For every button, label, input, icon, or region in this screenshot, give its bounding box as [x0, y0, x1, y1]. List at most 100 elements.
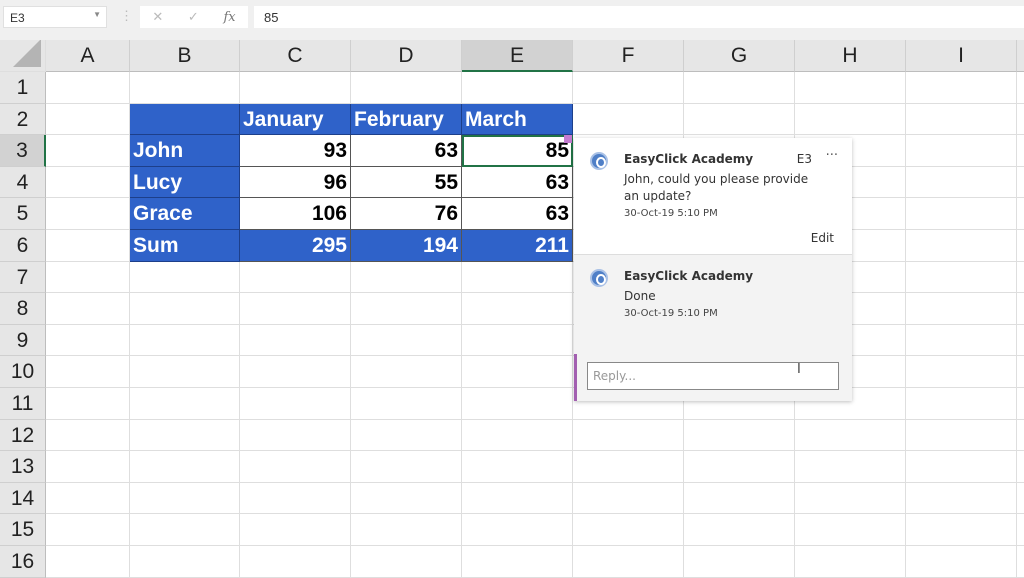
- cell-f16[interactable]: [573, 546, 684, 578]
- value-cell-d5[interactable]: 76: [351, 198, 462, 230]
- cell-e11[interactable]: [462, 388, 573, 420]
- cell-a4[interactable]: [46, 166, 130, 199]
- cell-next6[interactable]: [1017, 230, 1024, 262]
- column-header-a[interactable]: A: [46, 40, 130, 72]
- cell-a8[interactable]: [46, 293, 130, 325]
- cell-i12[interactable]: [906, 419, 1017, 452]
- cell-i2[interactable]: [906, 103, 1017, 136]
- cell-g12[interactable]: [684, 419, 795, 452]
- cell-e10[interactable]: [462, 356, 573, 388]
- column-header-g[interactable]: G: [684, 40, 795, 72]
- cell-b8[interactable]: [130, 293, 240, 325]
- cell-i8[interactable]: [906, 293, 1017, 325]
- cell-next2[interactable]: [1017, 104, 1024, 136]
- cell-d1[interactable]: [351, 72, 462, 104]
- cell-c12[interactable]: [240, 419, 351, 452]
- cell-next13[interactable]: [1017, 451, 1024, 483]
- cell-b7[interactable]: [130, 261, 240, 294]
- cell-a15[interactable]: [46, 514, 130, 546]
- enter-icon[interactable]: ✓: [188, 9, 199, 25]
- cell-f15[interactable]: [573, 514, 684, 546]
- cell-i7[interactable]: [906, 261, 1017, 294]
- cell-c8[interactable]: [240, 293, 351, 325]
- cell-i13[interactable]: [906, 451, 1017, 483]
- value-cell-d3[interactable]: 63: [351, 135, 462, 167]
- cell-c7[interactable]: [240, 261, 351, 294]
- row-header-6[interactable]: 6: [0, 230, 46, 262]
- cell-next10[interactable]: [1017, 356, 1024, 388]
- cell-c14[interactable]: [240, 482, 351, 515]
- row-label-b3[interactable]: John: [130, 135, 240, 167]
- cell-e13[interactable]: [462, 451, 573, 483]
- cell-next5[interactable]: [1017, 198, 1024, 230]
- edit-button[interactable]: Edit: [811, 231, 834, 245]
- cell-h14[interactable]: [795, 482, 906, 515]
- row-header-9[interactable]: 9: [0, 324, 46, 357]
- value-cell-e3[interactable]: 85: [462, 135, 573, 167]
- cell-b10[interactable]: [130, 356, 240, 388]
- sum-cell-e6[interactable]: 211: [462, 230, 573, 262]
- column-header-i[interactable]: I: [906, 40, 1017, 72]
- row-header-5[interactable]: 5: [0, 198, 46, 230]
- cell-g14[interactable]: [684, 482, 795, 515]
- cell-a6[interactable]: [46, 230, 130, 262]
- cell-a13[interactable]: [46, 451, 130, 483]
- row-header-13[interactable]: 13: [0, 451, 46, 483]
- sum-cell-c6[interactable]: 295: [240, 230, 351, 262]
- cell-next14[interactable]: [1017, 483, 1024, 515]
- cell-c11[interactable]: [240, 388, 351, 420]
- select-all-button[interactable]: [0, 40, 46, 72]
- cell-next7[interactable]: [1017, 262, 1024, 294]
- cell-i14[interactable]: [906, 482, 1017, 515]
- cell-next3[interactable]: [1017, 135, 1024, 167]
- cell-next8[interactable]: [1017, 293, 1024, 325]
- name-box[interactable]: E3 ▼: [3, 6, 107, 28]
- row-label-b4[interactable]: Lucy: [130, 166, 240, 199]
- cell-a12[interactable]: [46, 419, 130, 452]
- cell-i9[interactable]: [906, 324, 1017, 357]
- value-cell-c5[interactable]: 106: [240, 198, 351, 230]
- row-header-2[interactable]: 2: [0, 103, 46, 136]
- cell-i16[interactable]: [906, 546, 1017, 578]
- cell-h13[interactable]: [795, 451, 906, 483]
- cell-a16[interactable]: [46, 546, 130, 578]
- cell-g16[interactable]: [684, 546, 795, 578]
- cell-g2[interactable]: [684, 103, 795, 136]
- value-cell-c3[interactable]: 93: [240, 135, 351, 167]
- cell-next16[interactable]: [1017, 546, 1024, 578]
- row-header-11[interactable]: 11: [0, 388, 46, 420]
- cell-next9[interactable]: [1017, 325, 1024, 357]
- cell-i3[interactable]: [906, 135, 1017, 167]
- cell-c13[interactable]: [240, 451, 351, 483]
- cell-i4[interactable]: [906, 166, 1017, 199]
- cell-d14[interactable]: [351, 482, 462, 515]
- cell-a14[interactable]: [46, 482, 130, 515]
- table-header-cell-c2[interactable]: January: [240, 103, 351, 136]
- cell-a1[interactable]: [46, 72, 130, 104]
- cell-b16[interactable]: [130, 546, 240, 578]
- column-header-f[interactable]: F: [573, 40, 684, 72]
- cell-e16[interactable]: [462, 546, 573, 578]
- column-header-e[interactable]: E: [462, 40, 573, 72]
- cell-f14[interactable]: [573, 482, 684, 515]
- cell-i15[interactable]: [906, 514, 1017, 546]
- cell-i6[interactable]: [906, 230, 1017, 262]
- formula-input[interactable]: 85: [254, 6, 1024, 28]
- cell-next4[interactable]: [1017, 167, 1024, 199]
- cell-e14[interactable]: [462, 482, 573, 515]
- cell-i10[interactable]: [906, 356, 1017, 388]
- cell-i1[interactable]: [906, 72, 1017, 104]
- cell-f1[interactable]: [573, 72, 684, 104]
- table-header-cell-b2[interactable]: [130, 103, 240, 136]
- cell-h1[interactable]: [795, 72, 906, 104]
- table-header-cell-d2[interactable]: February: [351, 103, 462, 136]
- cell-c10[interactable]: [240, 356, 351, 388]
- table-header-cell-e2[interactable]: March: [462, 103, 573, 136]
- cell-next15[interactable]: [1017, 514, 1024, 546]
- cell-b13[interactable]: [130, 451, 240, 483]
- row-label-b5[interactable]: Grace: [130, 198, 240, 230]
- cell-h12[interactable]: [795, 419, 906, 452]
- reply-input[interactable]: Reply...: [587, 362, 839, 390]
- sum-label-b6[interactable]: Sum: [130, 230, 240, 262]
- cell-b14[interactable]: [130, 482, 240, 515]
